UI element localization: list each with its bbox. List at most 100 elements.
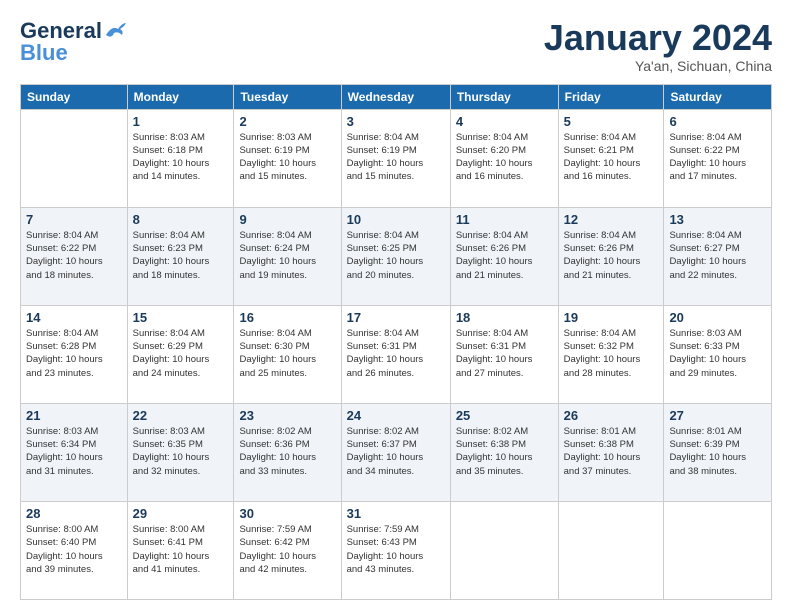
- calendar-cell: 7 Sunrise: 8:04 AM Sunset: 6:22 PM Daylig…: [21, 207, 128, 305]
- calendar-cell: [558, 501, 664, 599]
- day-info: Sunrise: 8:01 AM Sunset: 6:39 PM Dayligh…: [669, 425, 766, 478]
- calendar-week-row: 7 Sunrise: 8:04 AM Sunset: 6:22 PM Daylig…: [21, 207, 772, 305]
- month-title: January 2024: [544, 18, 772, 58]
- day-number: 20: [669, 310, 766, 325]
- day-number: 9: [239, 212, 335, 227]
- day-info: Sunrise: 8:02 AM Sunset: 6:37 PM Dayligh…: [347, 425, 445, 478]
- day-number: 2: [239, 114, 335, 129]
- day-info: Sunrise: 8:03 AM Sunset: 6:18 PM Dayligh…: [133, 131, 229, 184]
- calendar-cell: 31 Sunrise: 7:59 AM Sunset: 6:43 PM Dayli…: [341, 501, 450, 599]
- day-number: 29: [133, 506, 229, 521]
- weekday-header-wednesday: Wednesday: [341, 84, 450, 109]
- calendar-cell: 21Sunrise: 8:03 AM Sunset: 6:34 PM Dayli…: [21, 403, 128, 501]
- day-info: Sunrise: 8:00 AM Sunset: 6:41 PM Dayligh…: [133, 523, 229, 576]
- calendar-cell: 9 Sunrise: 8:04 AM Sunset: 6:24 PM Daylig…: [234, 207, 341, 305]
- calendar-cell: 24 Sunrise: 8:02 AM Sunset: 6:37 PM Dayli…: [341, 403, 450, 501]
- day-number: 17: [347, 310, 445, 325]
- day-number: 6: [669, 114, 766, 129]
- calendar-week-row: 1 Sunrise: 8:03 AM Sunset: 6:18 PM Daylig…: [21, 109, 772, 207]
- day-number: 31: [347, 506, 445, 521]
- day-number: 23: [239, 408, 335, 423]
- calendar-cell: 14Sunrise: 8:04 AM Sunset: 6:28 PM Dayli…: [21, 305, 128, 403]
- header: General Blue January 2024 Ya'an, Sichuan…: [20, 18, 772, 74]
- day-number: 12: [564, 212, 659, 227]
- calendar-cell: 12Sunrise: 8:04 AM Sunset: 6:26 PM Dayli…: [558, 207, 664, 305]
- location: Ya'an, Sichuan, China: [544, 58, 772, 74]
- day-number: 5: [564, 114, 659, 129]
- calendar-cell: [450, 501, 558, 599]
- calendar-cell: 15 Sunrise: 8:04 AM Sunset: 6:29 PM Dayli…: [127, 305, 234, 403]
- day-number: 26: [564, 408, 659, 423]
- weekday-header-tuesday: Tuesday: [234, 84, 341, 109]
- day-info: Sunrise: 8:04 AM Sunset: 6:31 PM Dayligh…: [347, 327, 445, 380]
- calendar-cell: 10 Sunrise: 8:04 AM Sunset: 6:25 PM Dayli…: [341, 207, 450, 305]
- day-number: 19: [564, 310, 659, 325]
- day-number: 13: [669, 212, 766, 227]
- calendar-cell: [664, 501, 772, 599]
- day-number: 4: [456, 114, 553, 129]
- day-info: Sunrise: 7:59 AM Sunset: 6:42 PM Dayligh…: [239, 523, 335, 576]
- calendar-cell: 19 Sunrise: 8:04 AM Sunset: 6:32 PM Dayli…: [558, 305, 664, 403]
- day-number: 24: [347, 408, 445, 423]
- weekday-header-saturday: Saturday: [664, 84, 772, 109]
- day-info: Sunrise: 8:03 AM Sunset: 6:35 PM Dayligh…: [133, 425, 229, 478]
- day-info: Sunrise: 8:04 AM Sunset: 6:20 PM Dayligh…: [456, 131, 553, 184]
- calendar-week-row: 21Sunrise: 8:03 AM Sunset: 6:34 PM Dayli…: [21, 403, 772, 501]
- day-info: Sunrise: 8:04 AM Sunset: 6:30 PM Dayligh…: [239, 327, 335, 380]
- day-info: Sunrise: 8:04 AM Sunset: 6:24 PM Dayligh…: [239, 229, 335, 282]
- day-number: 3: [347, 114, 445, 129]
- day-info: Sunrise: 7:59 AM Sunset: 6:43 PM Dayligh…: [347, 523, 445, 576]
- day-info: Sunrise: 8:04 AM Sunset: 6:22 PM Dayligh…: [26, 229, 122, 282]
- calendar-cell: 20 Sunrise: 8:03 AM Sunset: 6:33 PM Dayli…: [664, 305, 772, 403]
- weekday-header-row: SundayMondayTuesdayWednesdayThursdayFrid…: [21, 84, 772, 109]
- day-number: 7: [26, 212, 122, 227]
- page: General Blue January 2024 Ya'an, Sichuan…: [0, 0, 792, 612]
- weekday-header-friday: Friday: [558, 84, 664, 109]
- day-info: Sunrise: 8:04 AM Sunset: 6:23 PM Dayligh…: [133, 229, 229, 282]
- day-info: Sunrise: 8:04 AM Sunset: 6:32 PM Dayligh…: [564, 327, 659, 380]
- day-info: Sunrise: 8:03 AM Sunset: 6:33 PM Dayligh…: [669, 327, 766, 380]
- day-info: Sunrise: 8:04 AM Sunset: 6:26 PM Dayligh…: [456, 229, 553, 282]
- calendar-cell: 30 Sunrise: 7:59 AM Sunset: 6:42 PM Dayli…: [234, 501, 341, 599]
- logo-bird-icon: [104, 21, 126, 41]
- calendar-cell: 22 Sunrise: 8:03 AM Sunset: 6:35 PM Dayli…: [127, 403, 234, 501]
- day-info: Sunrise: 8:00 AM Sunset: 6:40 PM Dayligh…: [26, 523, 122, 576]
- day-number: 18: [456, 310, 553, 325]
- calendar-cell: 3 Sunrise: 8:04 AM Sunset: 6:19 PM Daylig…: [341, 109, 450, 207]
- calendar-table: SundayMondayTuesdayWednesdayThursdayFrid…: [20, 84, 772, 600]
- day-info: Sunrise: 8:04 AM Sunset: 6:31 PM Dayligh…: [456, 327, 553, 380]
- title-block: January 2024 Ya'an, Sichuan, China: [544, 18, 772, 74]
- day-info: Sunrise: 8:01 AM Sunset: 6:38 PM Dayligh…: [564, 425, 659, 478]
- calendar-cell: 2Sunrise: 8:03 AM Sunset: 6:19 PM Daylig…: [234, 109, 341, 207]
- day-number: 10: [347, 212, 445, 227]
- calendar-cell: 6 Sunrise: 8:04 AM Sunset: 6:22 PM Daylig…: [664, 109, 772, 207]
- day-number: 15: [133, 310, 229, 325]
- day-number: 30: [239, 506, 335, 521]
- day-info: Sunrise: 8:04 AM Sunset: 6:25 PM Dayligh…: [347, 229, 445, 282]
- day-number: 25: [456, 408, 553, 423]
- day-info: Sunrise: 8:04 AM Sunset: 6:29 PM Dayligh…: [133, 327, 229, 380]
- day-number: 22: [133, 408, 229, 423]
- day-info: Sunrise: 8:03 AM Sunset: 6:34 PM Dayligh…: [26, 425, 122, 478]
- day-number: 1: [133, 114, 229, 129]
- calendar-week-row: 28Sunrise: 8:00 AM Sunset: 6:40 PM Dayli…: [21, 501, 772, 599]
- day-info: Sunrise: 8:02 AM Sunset: 6:38 PM Dayligh…: [456, 425, 553, 478]
- day-number: 27: [669, 408, 766, 423]
- calendar-cell: 17 Sunrise: 8:04 AM Sunset: 6:31 PM Dayli…: [341, 305, 450, 403]
- logo-blue: Blue: [20, 40, 68, 66]
- calendar-cell: 13 Sunrise: 8:04 AM Sunset: 6:27 PM Dayli…: [664, 207, 772, 305]
- calendar-cell: 1 Sunrise: 8:03 AM Sunset: 6:18 PM Daylig…: [127, 109, 234, 207]
- day-info: Sunrise: 8:04 AM Sunset: 6:19 PM Dayligh…: [347, 131, 445, 184]
- day-info: Sunrise: 8:04 AM Sunset: 6:22 PM Dayligh…: [669, 131, 766, 184]
- calendar-cell: 4 Sunrise: 8:04 AM Sunset: 6:20 PM Daylig…: [450, 109, 558, 207]
- calendar-cell: 23 Sunrise: 8:02 AM Sunset: 6:36 PM Dayli…: [234, 403, 341, 501]
- calendar-cell: 27 Sunrise: 8:01 AM Sunset: 6:39 PM Dayli…: [664, 403, 772, 501]
- day-info: Sunrise: 8:02 AM Sunset: 6:36 PM Dayligh…: [239, 425, 335, 478]
- calendar-cell: 26 Sunrise: 8:01 AM Sunset: 6:38 PM Dayli…: [558, 403, 664, 501]
- calendar-cell: 16Sunrise: 8:04 AM Sunset: 6:30 PM Dayli…: [234, 305, 341, 403]
- day-info: Sunrise: 8:04 AM Sunset: 6:21 PM Dayligh…: [564, 131, 659, 184]
- day-info: Sunrise: 8:04 AM Sunset: 6:27 PM Dayligh…: [669, 229, 766, 282]
- calendar-cell: 11 Sunrise: 8:04 AM Sunset: 6:26 PM Dayli…: [450, 207, 558, 305]
- logo: General Blue: [20, 18, 126, 66]
- day-number: 11: [456, 212, 553, 227]
